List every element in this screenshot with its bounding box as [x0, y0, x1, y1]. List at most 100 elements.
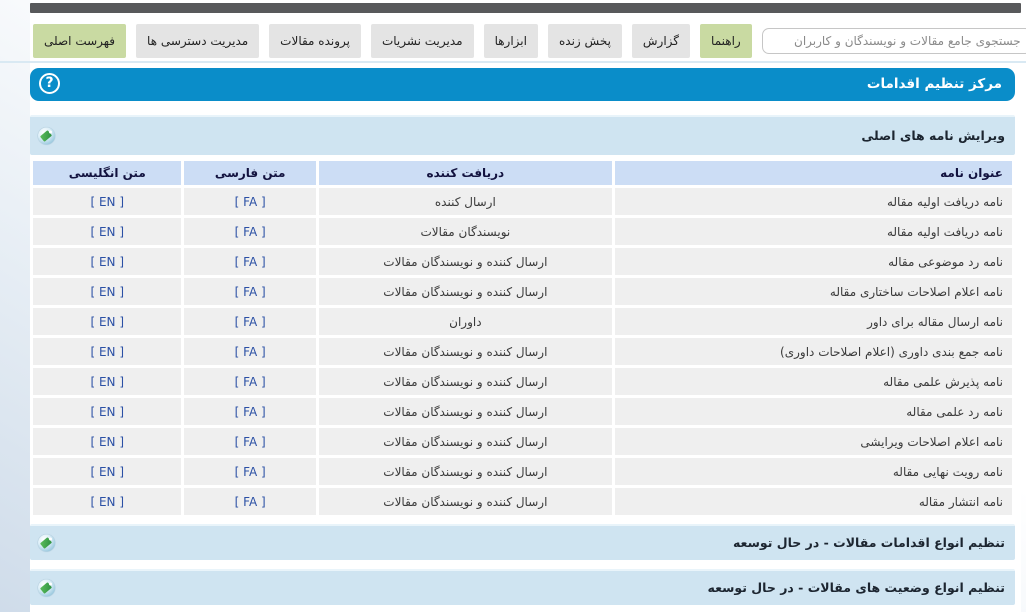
tag-icon[interactable]	[38, 535, 55, 552]
letter-title-cell: نامه رویت نهایی مقاله	[615, 458, 1012, 485]
help-icon[interactable]: ?	[39, 73, 60, 94]
fa-text-cell: [ FA ]	[184, 368, 315, 395]
nav-tab-8[interactable]: راهنما	[700, 24, 752, 58]
letter-title-cell: نامه دریافت اولیه مقاله	[615, 188, 1012, 215]
section-title: ویرایش نامه های اصلی	[861, 128, 1005, 143]
recipient-cell: ارسال کننده و نویسندگان مقالات	[319, 398, 612, 425]
section-edit-main-letters: ویرایش نامه های اصلی	[30, 115, 1015, 155]
fa-text-cell: [ FA ]	[184, 218, 315, 245]
en-text-cell: [ EN ]	[33, 308, 181, 335]
letter-title-cell: نامه اعلام اصلاحات ساختاری مقاله	[615, 278, 1012, 305]
recipient-cell: ارسال کننده و نویسندگان مقالات	[319, 458, 612, 485]
en-text-cell: [ EN ]	[33, 188, 181, 215]
recipient-cell: ارسال کننده و نویسندگان مقالات	[319, 368, 612, 395]
main-tab-bar: فهرست اصلی مدیریت دسترسی ها پرونده مقالات م…	[30, 13, 1021, 60]
recipient-cell: ارسال کننده و نویسندگان مقالات	[319, 428, 612, 455]
en-text-link[interactable]: [ EN ]	[90, 315, 124, 329]
letter-row: نامه اعلام اصلاحات ویرایشیارسال کننده و …	[33, 428, 1012, 455]
en-text-link[interactable]: [ EN ]	[90, 465, 124, 479]
en-text-cell: [ EN ]	[33, 428, 181, 455]
en-text-link[interactable]: [ EN ]	[90, 435, 124, 449]
page-title: مرکز تنظیم اقدامات	[867, 76, 1002, 92]
fa-text-cell: [ FA ]	[184, 188, 315, 215]
section-title: تنظیم انواع اقدامات مقالات - در حال توسع…	[733, 535, 1005, 550]
fa-text-cell: [ FA ]	[184, 458, 315, 485]
en-text-link[interactable]: [ EN ]	[90, 225, 124, 239]
fa-text-link[interactable]: [ FA ]	[235, 285, 266, 299]
nav-tab-5[interactable]: ابزارها	[484, 24, 538, 58]
en-text-cell: [ EN ]	[33, 338, 181, 365]
en-text-cell: [ EN ]	[33, 248, 181, 275]
letter-row: نامه رد علمی مقالهارسال کننده و نویسندگا…	[33, 398, 1012, 425]
section-action-types: تنظیم انواع اقدامات مقالات - در حال توسع…	[30, 524, 1015, 560]
global-search-container	[762, 28, 1026, 54]
letter-row: نامه انتشار مقالهارسال کننده و نویسندگان…	[33, 488, 1012, 515]
top-dark-strip	[30, 3, 1021, 13]
fa-text-link[interactable]: [ FA ]	[235, 465, 266, 479]
en-text-link[interactable]: [ EN ]	[90, 495, 124, 509]
fa-text-cell: [ FA ]	[184, 308, 315, 335]
fa-text-cell: [ FA ]	[184, 248, 315, 275]
en-text-cell: [ EN ]	[33, 458, 181, 485]
letter-title-cell: نامه دریافت اولیه مقاله	[615, 218, 1012, 245]
nav-tab-4[interactable]: مدیریت نشریات	[371, 24, 474, 58]
fa-text-link[interactable]: [ FA ]	[235, 195, 266, 209]
recipient-cell: داوران	[319, 308, 612, 335]
en-text-cell: [ EN ]	[33, 278, 181, 305]
letter-row: نامه دریافت اولیه مقالهارسال کننده [ FA ]…	[33, 188, 1012, 215]
letter-row: نامه اعلام اصلاحات ساختاری مقالهارسال کن…	[33, 278, 1012, 305]
en-text-cell: [ EN ]	[33, 488, 181, 515]
col-header-letter-title: عنوان نامه	[615, 161, 1012, 185]
letter-row: نامه رویت نهایی مقالهارسال کننده و نویسن…	[33, 458, 1012, 485]
letter-title-cell: نامه پذیرش علمی مقاله	[615, 368, 1012, 395]
fa-text-link[interactable]: [ FA ]	[235, 375, 266, 389]
letter-title-cell: نامه رد علمی مقاله	[615, 398, 1012, 425]
en-text-link[interactable]: [ EN ]	[90, 195, 124, 209]
section-status-types: تنظیم انواع وضعیت های مقالات - در حال تو…	[30, 569, 1015, 605]
en-text-link[interactable]: [ EN ]	[90, 255, 124, 269]
fa-text-link[interactable]: [ FA ]	[235, 405, 266, 419]
letter-title-cell: نامه انتشار مقاله	[615, 488, 1012, 515]
col-header-fa-text: متن فارسی	[184, 161, 315, 185]
section-title: تنظیم انواع وضعیت های مقالات - در حال تو…	[708, 580, 1006, 595]
en-text-cell: [ EN ]	[33, 218, 181, 245]
col-header-recipient: دریافت کننده	[319, 161, 612, 185]
tabbar-bottom-divider	[0, 61, 1026, 63]
fa-text-cell: [ FA ]	[184, 428, 315, 455]
fa-text-link[interactable]: [ FA ]	[235, 435, 266, 449]
recipient-cell: ارسال کننده و نویسندگان مقالات	[319, 278, 612, 305]
nav-tab-2[interactable]: مدیریت دسترسی ها	[136, 24, 259, 58]
fa-text-cell: [ FA ]	[184, 398, 315, 425]
letter-row: نامه ارسال مقاله برای داورداوران [ FA ] [ …	[33, 308, 1012, 335]
fa-text-link[interactable]: [ FA ]	[235, 225, 266, 239]
en-text-link[interactable]: [ EN ]	[90, 405, 124, 419]
recipient-cell: ارسال کننده	[319, 188, 612, 215]
content-wrapper: فهرست اصلی مدیریت دسترسی ها پرونده مقالات م…	[30, 0, 1021, 612]
en-text-link[interactable]: [ EN ]	[90, 345, 124, 359]
nav-tab-3[interactable]: پرونده مقالات	[269, 24, 361, 58]
tag-icon[interactable]	[38, 580, 55, 597]
fa-text-cell: [ FA ]	[184, 278, 315, 305]
fa-text-link[interactable]: [ FA ]	[235, 315, 266, 329]
en-text-link[interactable]: [ EN ]	[90, 285, 124, 299]
en-text-cell: [ EN ]	[33, 368, 181, 395]
letter-title-cell: نامه رد موضوعی مقاله	[615, 248, 1012, 275]
nav-tab-1[interactable]: فهرست اصلی	[33, 24, 126, 58]
letter-row: نامه رد موضوعی مقالهارسال کننده و نویسند…	[33, 248, 1012, 275]
recipient-cell: ارسال کننده و نویسندگان مقالات	[319, 248, 612, 275]
recipient-cell: ارسال کننده و نویسندگان مقالات	[319, 338, 612, 365]
nav-tab-7[interactable]: گزارش	[632, 24, 690, 58]
fa-text-cell: [ FA ]	[184, 488, 315, 515]
recipient-cell: نویسندگان مقالات	[319, 218, 612, 245]
table-header-row: عنوان نامه دریافت کننده متن فارسی متن ان…	[33, 161, 1012, 185]
nav-tab-6[interactable]: پخش زنده	[548, 24, 622, 58]
fa-text-link[interactable]: [ FA ]	[235, 495, 266, 509]
en-text-link[interactable]: [ EN ]	[90, 375, 124, 389]
fa-text-link[interactable]: [ FA ]	[235, 255, 266, 269]
letter-title-cell: نامه ارسال مقاله برای داور	[615, 308, 1012, 335]
col-header-en-text: متن انگلیسی	[33, 161, 181, 185]
fa-text-link[interactable]: [ FA ]	[235, 345, 266, 359]
tag-icon[interactable]	[38, 128, 55, 145]
global-search-input[interactable]	[762, 28, 1026, 54]
letter-row: نامه پذیرش علمی مقالهارسال کننده و نویسن…	[33, 368, 1012, 395]
